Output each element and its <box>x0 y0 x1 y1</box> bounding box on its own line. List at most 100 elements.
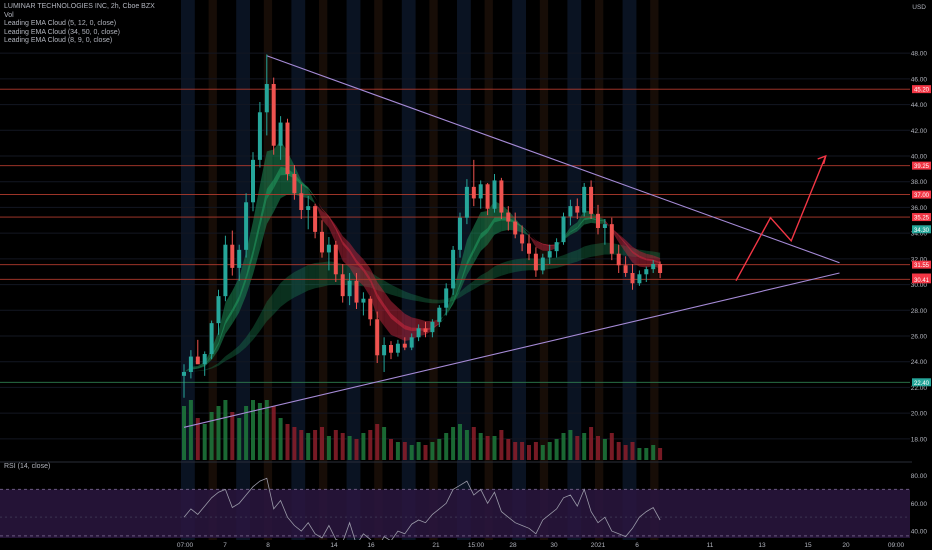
volume-bar <box>244 406 249 460</box>
candle-body <box>444 288 449 308</box>
candle-body <box>188 356 193 372</box>
ema-cloud-34-50 <box>570 250 578 264</box>
rsi-tick-label: 60.00 <box>911 501 928 508</box>
volume-bar <box>209 412 214 460</box>
candle-body <box>540 257 545 271</box>
candle-body <box>623 265 628 273</box>
candle-body <box>278 122 283 146</box>
candle-body <box>602 224 607 228</box>
candle-body <box>492 180 497 209</box>
volume-bar <box>271 406 276 460</box>
candle-body <box>596 213 600 228</box>
candle-body <box>195 356 200 365</box>
volume-bar <box>464 430 469 460</box>
volume-bar <box>458 424 462 460</box>
candle-body <box>458 217 462 250</box>
legend-ema-cloud-8-9[interactable]: Leading EMA Cloud (8, 9, 0, close) <box>4 37 155 46</box>
volume-bar <box>257 403 262 460</box>
candle-body <box>389 345 393 353</box>
candle-body <box>582 186 587 213</box>
rsi-legend[interactable]: RSI (14, close) <box>4 463 50 470</box>
time-tick-label: 20 <box>842 542 850 549</box>
price-chart[interactable]: 48.0046.0044.0042.0040.0038.0036.0034.00… <box>0 0 932 550</box>
price-tick-label: 24.00 <box>911 359 928 366</box>
legend-ema-cloud-34-50[interactable]: Leading EMA Cloud (34, 50, 0, close) <box>4 29 155 38</box>
candle-body <box>520 234 525 244</box>
volume-bar <box>299 430 304 460</box>
time-tick-label: 11 <box>707 542 714 549</box>
price-tick-label: 28.00 <box>911 308 928 315</box>
price-tag-label: 37.00 <box>914 193 930 199</box>
currency-label: USD <box>912 4 926 11</box>
volume-bar <box>382 427 387 460</box>
volume-bar <box>609 433 614 460</box>
volume-bar <box>520 442 525 460</box>
volume-bar <box>251 400 255 460</box>
candle-body <box>354 280 359 303</box>
time-tick-label: 28 <box>509 542 517 549</box>
rsi-tick-label: 40.00 <box>911 529 928 536</box>
candle-body <box>575 206 580 213</box>
candle-body <box>658 264 663 273</box>
time-tick-label: 14 <box>330 542 338 549</box>
ema-cloud-34-50 <box>287 272 295 302</box>
volume-bar <box>416 442 421 460</box>
volume-bar <box>513 442 518 460</box>
candle-body <box>561 216 566 243</box>
candle-body <box>326 244 331 253</box>
candle-body <box>230 244 235 268</box>
ema-cloud-34-50 <box>432 299 440 304</box>
candle-body <box>464 186 469 218</box>
ema-cloud-34-50 <box>591 243 598 257</box>
price-tag-label: 35.25 <box>914 216 930 222</box>
volume-bar <box>361 433 366 460</box>
candle-body <box>513 221 518 235</box>
volume-bar <box>485 436 490 460</box>
volume-bar <box>409 445 414 460</box>
volume-bar <box>216 406 221 460</box>
candle-body <box>423 328 428 333</box>
ema-cloud-34-50 <box>501 260 509 276</box>
candle-body <box>499 180 504 213</box>
ema-cloud-34-50 <box>322 261 329 287</box>
volume-bar <box>616 442 621 460</box>
price-tick-label: 38.00 <box>911 179 928 186</box>
chart-title[interactable]: LUMINAR TECHNOLOGIES INC, 2h, Cboe BZX <box>4 3 155 12</box>
candle-body <box>306 206 311 210</box>
volume-bar <box>568 430 573 460</box>
legend-volume[interactable]: Vol <box>4 12 155 21</box>
time-tick-label: 21 <box>432 542 440 549</box>
volume-bar <box>423 445 428 460</box>
time-tick-label: 30 <box>550 542 558 549</box>
volume-bar <box>478 433 483 460</box>
candle-body <box>368 298 373 320</box>
candle-body <box>395 343 400 353</box>
candle-body <box>554 242 559 252</box>
ema-cloud-34-50 <box>549 257 557 270</box>
volume-bar <box>658 448 663 460</box>
volume-bar <box>554 439 559 460</box>
volume-bar <box>644 448 649 460</box>
time-axis: 07:00 7 8 14 16 21 15:00 28 30 2021 6 11 13 15 20 09:00 <box>0 540 932 550</box>
time-axis-background <box>0 540 932 550</box>
legend-ema-cloud-5-12[interactable]: Leading EMA Cloud (5, 12, 0, close) <box>4 20 155 29</box>
volume-bar <box>444 433 449 460</box>
volume-bar <box>430 442 435 460</box>
candle-body <box>451 249 456 289</box>
ema-cloud-34-50 <box>294 268 302 298</box>
volume-bar <box>230 412 235 460</box>
candle-body <box>547 251 552 258</box>
candle-body <box>244 202 249 250</box>
candle-body <box>644 269 649 275</box>
candle-body <box>340 274 345 297</box>
time-tick-label: 07:00 <box>177 542 194 549</box>
price-tag-label: 39.25 <box>914 164 930 170</box>
volume-bar <box>237 418 242 460</box>
candle-body <box>609 224 614 254</box>
volume-bar <box>596 436 600 460</box>
volume-bar <box>264 400 269 460</box>
volume-bar <box>292 427 297 460</box>
candle-body <box>485 184 490 209</box>
volume-bar <box>285 424 290 460</box>
volume-bar <box>340 433 345 460</box>
